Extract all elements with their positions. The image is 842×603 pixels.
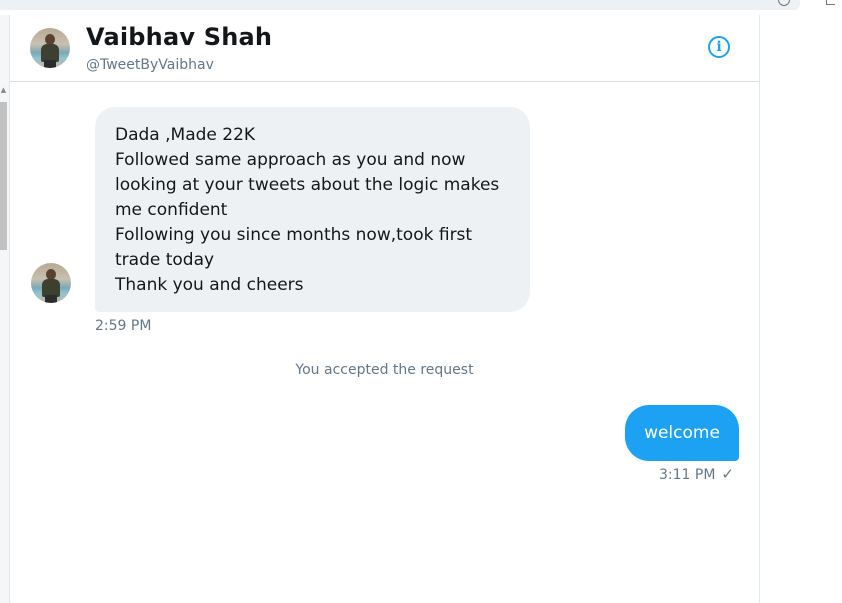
message-line: looking at your tweets about the logic m… (115, 175, 500, 195)
browser-top-strip (0, 0, 842, 10)
outgoing-timestamp: 3:11 PM ✓ (659, 465, 734, 483)
browser-chrome (0, 0, 800, 10)
message-line: Following you since months now,took firs… (115, 225, 473, 245)
message-line: Followed same approach as you and now (115, 150, 466, 170)
message-line: trade today (115, 250, 215, 270)
scroll-up-arrow-icon[interactable]: ▲ (0, 86, 7, 94)
outgoing-time: 3:11 PM (659, 467, 716, 483)
conversation-header: Vaibhav Shah @TweetByVaibhav i (10, 15, 759, 82)
outgoing-message-bubble: welcome (625, 405, 739, 461)
incoming-timestamp: 2:59 PM (95, 318, 152, 334)
message-line: Thank you and cheers (115, 275, 304, 295)
avatar[interactable] (30, 28, 70, 68)
incoming-message-bubble: Dada ,Made 22K Followed same approach as… (95, 107, 530, 312)
panel-divider (759, 15, 760, 603)
message-line: Dada ,Made 22K (115, 125, 256, 145)
conversation-handle: @TweetByVaibhav (86, 57, 214, 73)
message-line: me confident (115, 200, 228, 220)
browser-control-icon[interactable] (826, 0, 835, 5)
system-note: You accepted the request (295, 362, 474, 378)
scrollbar-thumb[interactable] (0, 102, 7, 250)
checkmark-icon: ✓ (721, 465, 734, 483)
avatar[interactable] (31, 263, 71, 303)
info-icon[interactable]: i (708, 36, 730, 58)
conversation-title[interactable]: Vaibhav Shah (86, 23, 272, 51)
